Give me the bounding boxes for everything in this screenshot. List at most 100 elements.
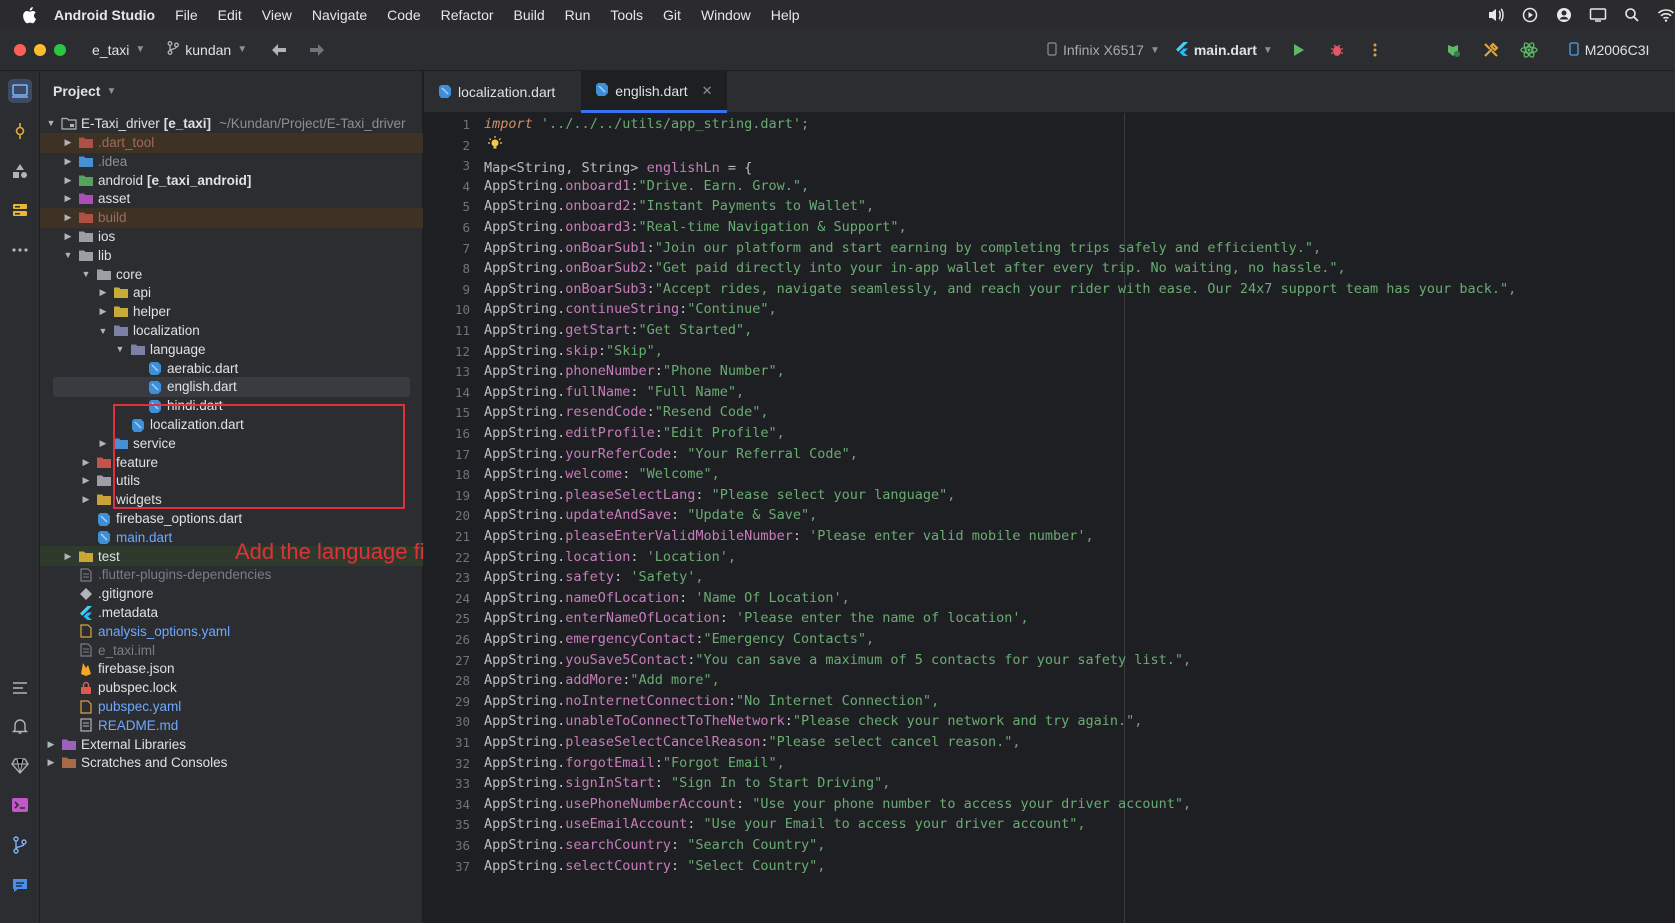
expand-arrow-icon[interactable]: ▶ — [97, 306, 109, 317]
project-switcher[interactable]: e_taxi ▼ — [92, 42, 145, 58]
structure-tool-icon[interactable] — [8, 198, 32, 222]
expand-arrow-icon[interactable]: ▼ — [45, 118, 57, 128]
run-config-selector[interactable]: main.dart ▼ — [1175, 41, 1273, 59]
expand-arrow-icon[interactable]: ▶ — [62, 193, 74, 204]
menu-code[interactable]: Code — [387, 7, 420, 23]
app-name-menu[interactable]: Android Studio — [54, 7, 155, 23]
tree-item[interactable]: .gitignore — [40, 584, 423, 604]
menu-help[interactable]: Help — [771, 7, 800, 23]
tree-item[interactable]: ▶ Scratches and Consoles — [40, 753, 423, 773]
tree-item[interactable]: english.dart — [53, 376, 410, 397]
version-control-icon[interactable] — [8, 833, 32, 857]
device-selector[interactable]: Infinix X6517 ▼ — [1047, 41, 1160, 59]
tree-item[interactable]: ▼ lib — [40, 245, 423, 265]
expand-arrow-icon[interactable]: ▶ — [45, 739, 57, 750]
messages-icon[interactable] — [8, 873, 32, 897]
expand-arrow-icon[interactable]: ▶ — [62, 156, 74, 167]
spotlight-search-icon[interactable] — [1623, 6, 1641, 24]
forward-arrow-icon[interactable] — [307, 40, 327, 60]
expand-arrow-icon[interactable]: ▶ — [80, 475, 92, 486]
tree-item[interactable]: ▶ build — [40, 207, 423, 228]
wifi-icon[interactable] — [1657, 6, 1675, 24]
commit-tool-icon[interactable] — [8, 119, 32, 143]
back-arrow-icon[interactable] — [269, 40, 289, 60]
expand-arrow-icon[interactable]: ▶ — [62, 212, 74, 223]
run-icon[interactable] — [1289, 40, 1309, 60]
debug-bug-icon[interactable] — [1327, 40, 1347, 60]
tree-item[interactable]: ▼ language — [40, 339, 423, 359]
tree-item[interactable]: aerabic.dart — [40, 358, 423, 378]
tree-item[interactable]: ▶ ios — [40, 227, 423, 247]
menu-refactor[interactable]: Refactor — [441, 7, 494, 23]
tree-item[interactable]: README.md — [40, 715, 423, 735]
atom-plugin-icon[interactable] — [1519, 40, 1539, 60]
collapse-arrow-icon[interactable]: ▼ — [80, 269, 92, 279]
expand-arrow-icon[interactable]: ▶ — [97, 438, 109, 449]
play-circle-icon[interactable] — [1521, 6, 1539, 24]
tree-item[interactable]: pubspec.yaml — [40, 697, 423, 717]
lightbulb-icon[interactable] — [488, 135, 502, 155]
terminal-icon[interactable] — [8, 793, 32, 817]
close-tab-icon[interactable]: ✕ — [702, 83, 713, 99]
user-account-icon[interactable] — [1555, 6, 1573, 24]
menu-window[interactable]: Window — [701, 7, 751, 23]
maximize-window-icon[interactable] — [54, 43, 66, 56]
expand-arrow-icon[interactable]: ▶ — [45, 757, 57, 768]
expand-arrow-icon[interactable]: ▶ — [80, 457, 92, 468]
tree-item[interactable]: .flutter-plugins-dependencies — [40, 565, 423, 585]
logcat-icon[interactable] — [8, 676, 32, 700]
tree-item[interactable]: ▶ asset — [40, 189, 423, 209]
build-tools-icon[interactable] — [1481, 40, 1501, 60]
menu-navigate[interactable]: Navigate — [312, 7, 367, 23]
collapse-arrow-icon[interactable]: ▼ — [97, 326, 109, 336]
more-vertical-icon[interactable] — [1365, 40, 1385, 60]
tab-english-dart[interactable]: english.dart ✕ — [581, 71, 727, 113]
git-branch-switcher[interactable]: kundan ▼ — [167, 41, 247, 58]
menu-edit[interactable]: Edit — [218, 7, 242, 23]
tree-item[interactable]: .metadata — [40, 603, 423, 623]
menu-build[interactable]: Build — [514, 7, 545, 23]
tree-item[interactable]: firebase.json — [40, 659, 423, 679]
collapse-arrow-icon[interactable]: ▼ — [114, 344, 126, 354]
tree-item[interactable]: pubspec.lock — [40, 678, 423, 698]
tree-item[interactable]: ▶ android [e_taxi_android] — [40, 170, 423, 190]
more-tools-icon[interactable] — [8, 238, 32, 262]
expand-arrow-icon[interactable]: ▶ — [62, 231, 74, 242]
tree-item[interactable]: ▶ .dart_tool — [40, 132, 423, 153]
app-inspection-icon[interactable] — [1443, 40, 1463, 60]
tree-root[interactable]: ▼ E-Taxi_driver [e_taxi] ~/Kundan/Projec… — [40, 113, 423, 133]
resource-manager-icon[interactable] — [8, 159, 32, 183]
menu-file[interactable]: File — [175, 7, 198, 23]
expand-arrow-icon[interactable]: ▶ — [62, 137, 74, 148]
expand-arrow-icon[interactable]: ▶ — [62, 551, 74, 562]
tab-localization-dart[interactable]: localization.dart — [424, 71, 569, 113]
tree-item[interactable]: ▶ helper — [40, 302, 423, 322]
expand-arrow-icon[interactable]: ▶ — [80, 494, 92, 505]
menu-view[interactable]: View — [262, 7, 292, 23]
tree-item[interactable]: ▶ api — [40, 283, 423, 303]
collapse-arrow-icon[interactable]: ▼ — [62, 250, 74, 260]
tree-item[interactable]: ▼ core — [40, 264, 423, 284]
tree-item[interactable]: firebase_options.dart — [40, 509, 423, 529]
project-tool-icon[interactable] — [8, 79, 32, 103]
tree-item[interactable]: ▼ localization — [40, 321, 423, 341]
tree-item[interactable]: analysis_options.yaml — [40, 621, 423, 641]
tree-item[interactable]: ▶ External Libraries — [40, 734, 423, 754]
device-manager[interactable]: M2006C3I — [1569, 41, 1649, 59]
menu-git[interactable]: Git — [663, 7, 681, 23]
close-window-icon[interactable] — [14, 43, 26, 56]
project-panel-header[interactable]: Project ▼ — [40, 71, 422, 111]
apple-logo-icon[interactable] — [18, 4, 40, 26]
volume-icon[interactable] — [1487, 6, 1505, 24]
gemini-icon[interactable] — [8, 754, 32, 778]
notifications-icon[interactable] — [8, 714, 32, 738]
menu-run[interactable]: Run — [565, 7, 591, 23]
tree-item[interactable]: ▶ .idea — [40, 151, 423, 171]
menu-tools[interactable]: Tools — [610, 7, 643, 23]
code-editor[interactable]: 1 2 3 4 5 6 7 8 9 10 11 12 13 14 15 16 17 18 19 20 21 22 23 24 2… — [424, 113, 1675, 923]
expand-arrow-icon[interactable]: ▶ — [62, 175, 74, 186]
tree-item[interactable]: e_taxi.iml — [40, 640, 423, 660]
minimize-window-icon[interactable] — [34, 43, 46, 56]
expand-arrow-icon[interactable]: ▶ — [97, 287, 109, 298]
display-icon[interactable] — [1589, 6, 1607, 24]
